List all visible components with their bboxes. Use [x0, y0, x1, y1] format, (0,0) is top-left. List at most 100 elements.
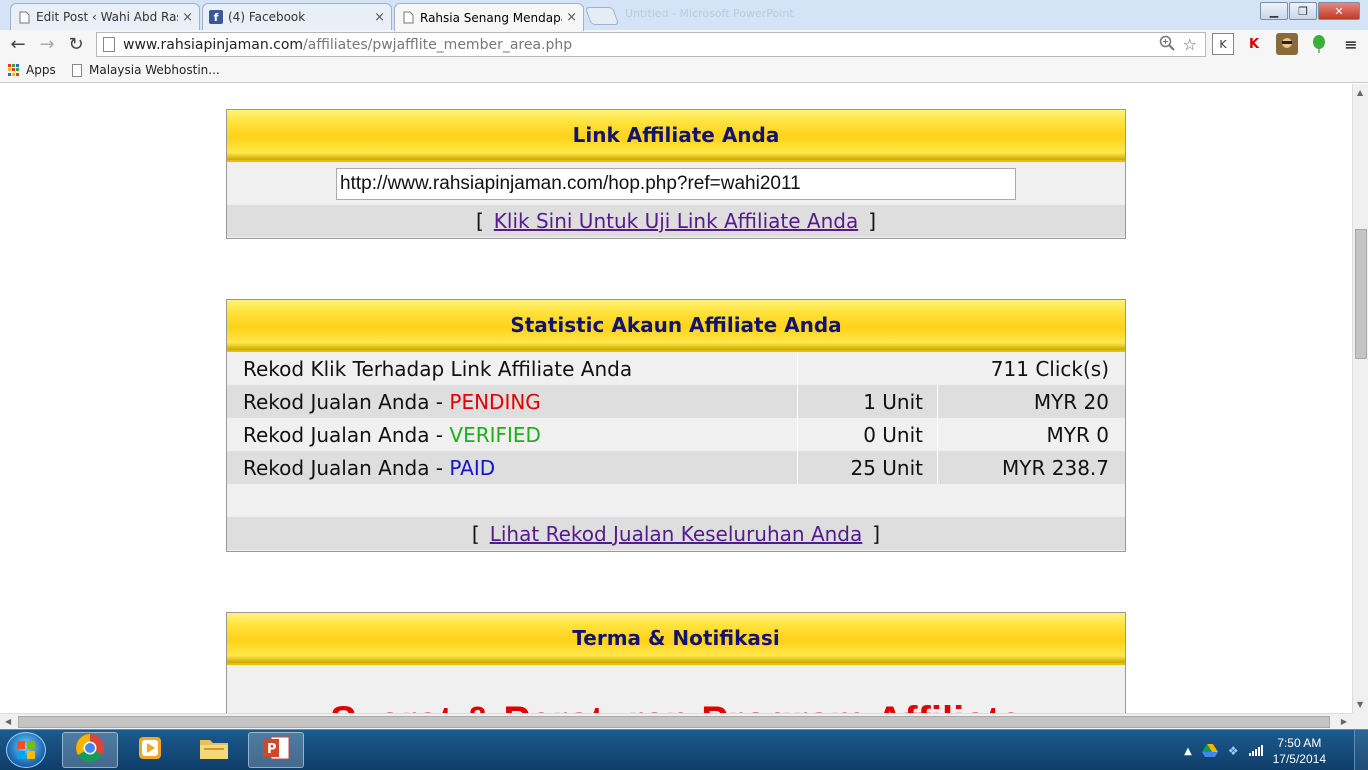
file-explorer-icon	[198, 735, 230, 765]
tab-title: Rahsia Senang Mendapat	[420, 10, 563, 25]
svg-text:P: P	[267, 742, 277, 757]
status-paid: PAID	[449, 455, 496, 480]
window-controls: ▁ ❐ ✕	[1259, 2, 1360, 20]
clicks-value: 711 Click(s)	[990, 356, 1109, 381]
url-path: /affiliates/pwjafflite_member_area.php	[303, 36, 573, 53]
spacer-row	[227, 484, 1125, 517]
browser-titlebar: Edit Post ‹ Wahi Abd Rash × f (4) Facebo…	[0, 0, 1368, 31]
clicks-row: Rekod Klik Terhadap Link Affiliate Anda …	[227, 352, 1125, 385]
reload-icon[interactable]: ↻	[64, 33, 88, 55]
back-arrow-icon[interactable]: ←	[6, 33, 30, 55]
tab-title: (4) Facebook	[228, 10, 306, 24]
show-desktop-button[interactable]	[1354, 730, 1368, 770]
sales-label-prefix: Rekod Jualan Anda -	[243, 422, 450, 447]
network-signal-icon[interactable]	[1248, 744, 1263, 759]
vertical-scrollbar[interactable]: ▲ ▼	[1352, 84, 1368, 713]
sales-amount: MYR 20	[1033, 389, 1109, 414]
tab-rahsia-senang[interactable]: Rahsia Senang Mendapat ×	[394, 3, 584, 31]
view-all-sales-link[interactable]: Lihat Rekod Jualan Keseluruhan Anda	[490, 522, 863, 546]
taskbar-file-explorer[interactable]	[186, 732, 242, 768]
zoom-icon[interactable]	[1159, 35, 1175, 55]
extension-avatar-icon[interactable]	[1276, 33, 1298, 55]
windows-start-icon[interactable]	[6, 732, 46, 768]
sales-label-prefix: Rekod Jualan Anda -	[243, 455, 450, 480]
google-drive-icon[interactable]	[1201, 743, 1218, 760]
minimize-icon[interactable]: ▁	[1260, 2, 1288, 20]
clock-date: 17/5/2014	[1272, 752, 1326, 766]
bracket-open: [	[475, 209, 484, 233]
bookmark-star-icon[interactable]: ☆	[1183, 35, 1197, 55]
taskbar-media-player[interactable]	[122, 732, 178, 768]
status-pending: PENDING	[449, 389, 541, 414]
terms-panel: Terma & Notifikasi Syarat & Peraturan Pr…	[226, 612, 1126, 713]
horizontal-scrollbar[interactable]: ◀ ▶	[0, 713, 1352, 729]
scrollbar-thumb[interactable]	[18, 716, 1330, 728]
test-link-row: [ Klik Sini Untuk Uji Link Affiliate And…	[227, 205, 1125, 237]
sales-units: 25 Unit	[798, 451, 938, 484]
bookmark-malaysia-webhosting[interactable]: Malaysia Webhostin...	[72, 63, 220, 77]
terms-heading: Syarat & Peraturan Program Affiliate	[227, 699, 1125, 713]
close-window-icon[interactable]: ✕	[1318, 2, 1360, 20]
affiliate-link-panel: Link Affiliate Anda [ Klik Sini Untuk Uj…	[226, 109, 1126, 239]
scroll-up-icon[interactable]: ▲	[1357, 88, 1363, 97]
affiliate-link-input[interactable]	[336, 167, 1016, 200]
background-window-title: Untitled - Microsoft PowerPoint	[625, 7, 794, 20]
sales-label: Rekod Jualan Anda - VERIFIED	[227, 418, 798, 451]
bookmark-apps[interactable]: Apps	[8, 63, 56, 77]
address-bar[interactable]: www.rahsiapinjaman.com/affiliates/pwjaff…	[96, 32, 1206, 57]
windows-taskbar: P ▲ ❖ 7:50 AM 17/5/2014	[0, 729, 1368, 770]
chrome-menu-icon[interactable]: ≡	[1340, 33, 1362, 55]
bookmark-label: Malaysia Webhostin...	[89, 63, 220, 77]
sales-label: Rekod Jualan Anda - PAID	[227, 451, 798, 484]
clock[interactable]: 7:50 AM 17/5/2014	[1273, 735, 1326, 767]
show-hidden-icons-icon[interactable]: ▲	[1184, 746, 1192, 757]
close-icon[interactable]: ×	[374, 10, 385, 25]
new-tab-button[interactable]	[584, 7, 620, 25]
sales-label: Rekod Jualan Anda - PENDING	[227, 385, 798, 418]
powerpoint-icon: P	[261, 734, 291, 766]
clock-time: 7:50 AM	[1277, 736, 1322, 750]
sales-amount: MYR 238.7	[1002, 455, 1109, 480]
sales-units: 1 Unit	[798, 385, 938, 418]
taskbar-powerpoint[interactable]: P	[248, 732, 304, 768]
extension-balloon-icon[interactable]	[1308, 33, 1330, 55]
sales-amount: MYR 0	[1046, 422, 1109, 447]
view-all-row: [ Lihat Rekod Jualan Keseluruhan Anda ]	[227, 517, 1125, 550]
dropbox-icon[interactable]: ❖	[1228, 744, 1239, 758]
scrollbar-corner	[1352, 713, 1368, 729]
affiliate-link-row	[227, 162, 1125, 205]
test-affiliate-link[interactable]: Klik Sini Untuk Uji Link Affiliate Anda	[494, 209, 858, 233]
page-viewport: Link Affiliate Anda [ Klik Sini Untuk Uj…	[0, 84, 1352, 713]
browser-toolbar: ← → ↻ www.rahsiapinjaman.com/affiliates/…	[0, 30, 1368, 59]
forward-arrow-icon[interactable]: →	[35, 33, 59, 55]
scroll-right-icon[interactable]: ▶	[1341, 717, 1347, 726]
bracket-close: ]	[868, 209, 877, 233]
extension-k-icon[interactable]: K	[1212, 33, 1234, 55]
page-icon	[401, 11, 415, 25]
close-icon[interactable]: ×	[182, 10, 193, 25]
page-icon	[103, 37, 115, 52]
close-icon[interactable]: ×	[566, 10, 577, 25]
statistics-panel: Statistic Akaun Affiliate Anda Rekod Kli…	[226, 299, 1126, 552]
tab-facebook[interactable]: f (4) Facebook ×	[202, 3, 392, 30]
tab-edit-post[interactable]: Edit Post ‹ Wahi Abd Rash ×	[10, 3, 200, 30]
scroll-down-icon[interactable]: ▼	[1357, 700, 1363, 709]
bookmark-label: Apps	[26, 63, 56, 77]
scrollbar-thumb[interactable]	[1355, 229, 1367, 359]
bookmarks-bar: Apps Malaysia Webhostin...	[0, 59, 1368, 83]
page-icon	[72, 63, 82, 77]
sales-units: 0 Unit	[798, 418, 938, 451]
panel-title: Link Affiliate Anda	[227, 110, 1125, 162]
status-verified: VERIFIED	[449, 422, 541, 447]
taskbar-chrome[interactable]	[62, 732, 118, 768]
panel-title: Terma & Notifikasi	[227, 613, 1125, 665]
extension-kaspersky-icon[interactable]: K	[1243, 33, 1265, 55]
chrome-icon	[75, 733, 105, 767]
sales-label-prefix: Rekod Jualan Anda -	[243, 389, 450, 414]
maximize-icon[interactable]: ❐	[1289, 2, 1317, 20]
media-player-icon	[136, 734, 164, 766]
bracket-close: ]	[872, 521, 881, 546]
scroll-left-icon[interactable]: ◀	[5, 717, 11, 726]
sales-row-pending: Rekod Jualan Anda - PENDING 1 Unit MYR 2…	[227, 385, 1125, 418]
apps-grid-icon	[8, 64, 20, 76]
